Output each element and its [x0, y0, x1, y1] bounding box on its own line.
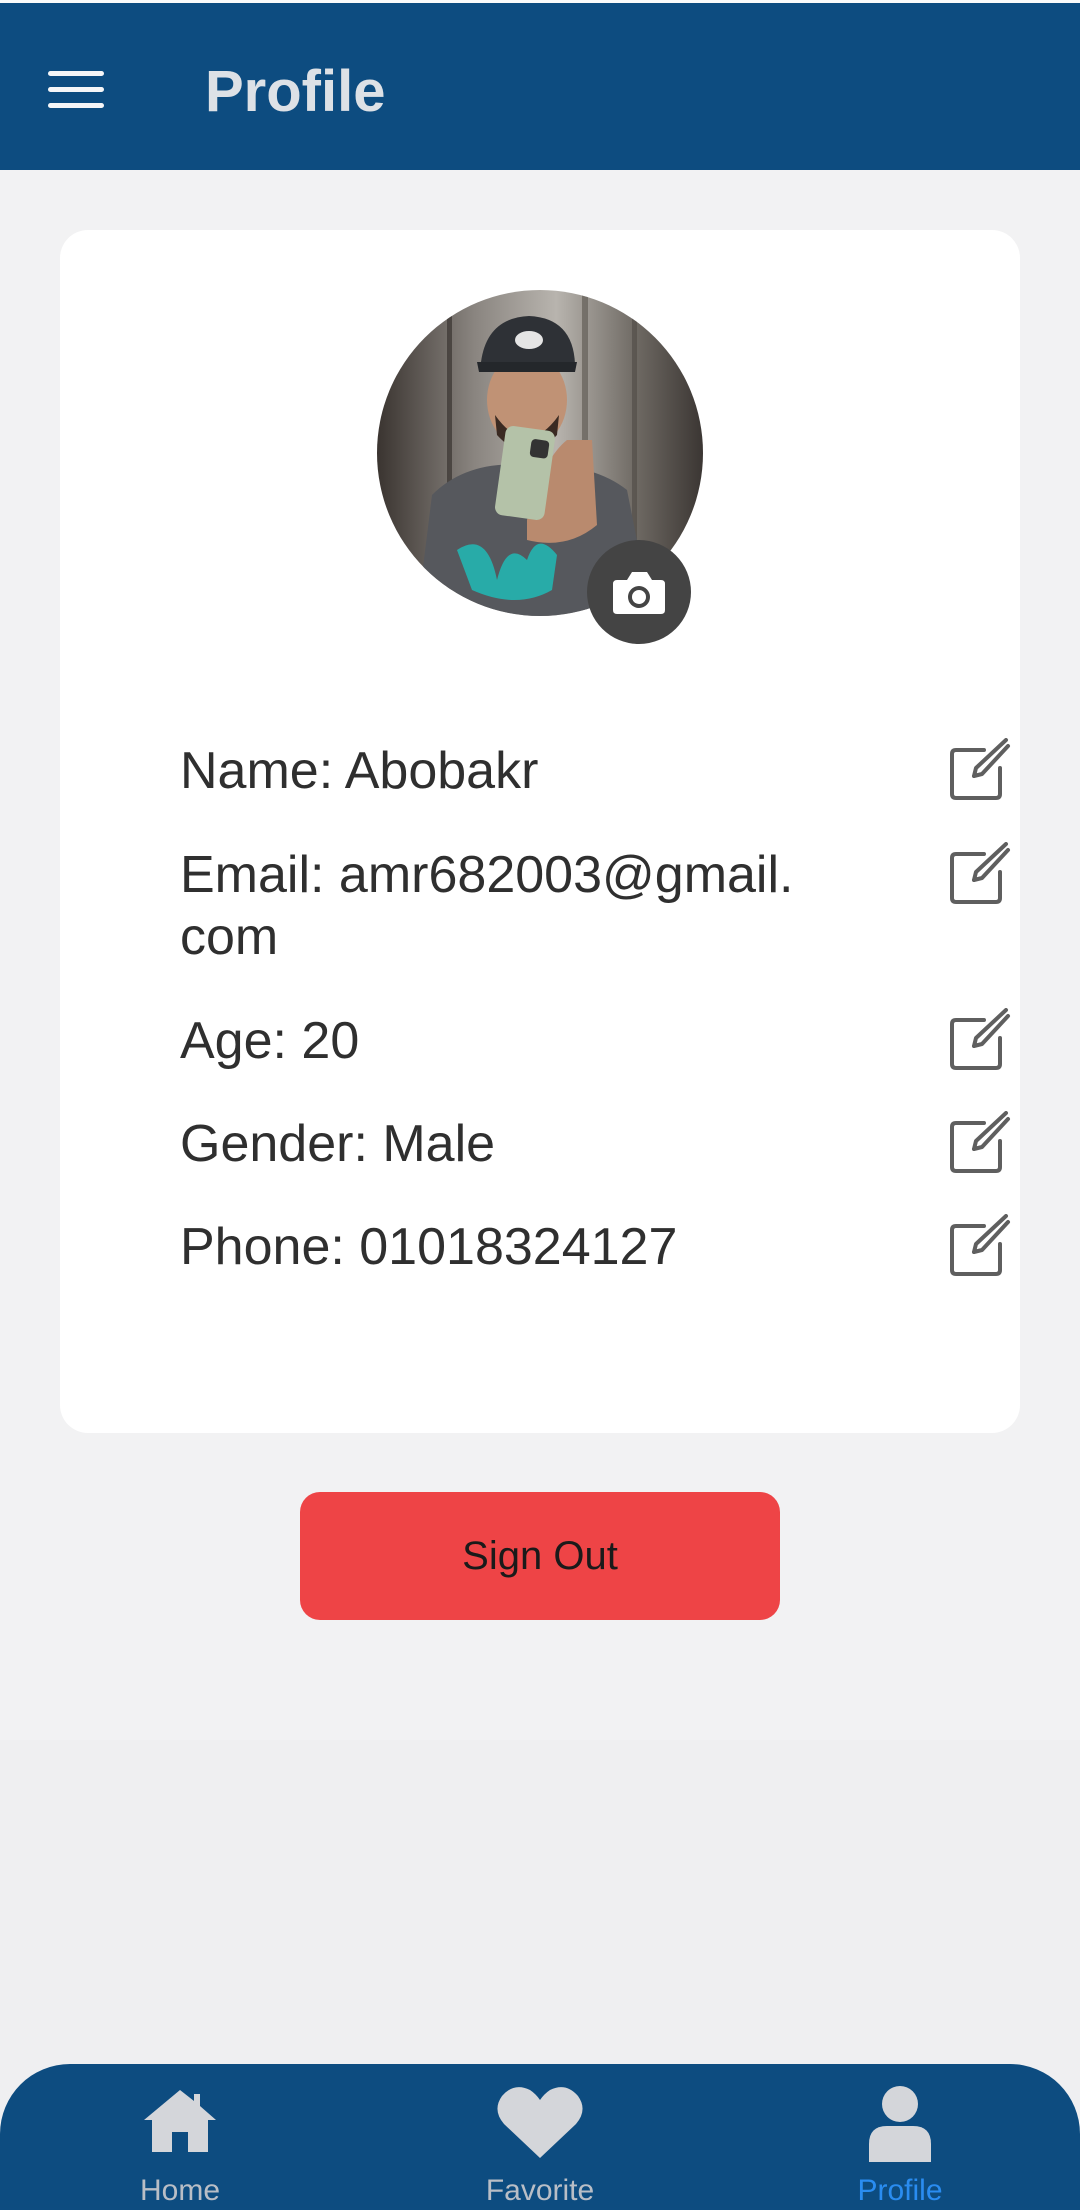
nav-item-profile[interactable]: Profile [800, 2064, 1000, 2210]
gender-value: Gender: Male [180, 1115, 496, 1173]
name-value: Name: Abobakr [180, 742, 539, 800]
nav-label-favorite: Favorite [485, 2174, 595, 2207]
nav-item-home[interactable]: Home [80, 2064, 280, 2210]
nav-item-favorite[interactable]: Favorite [440, 2064, 640, 2210]
content-background [0, 1740, 1080, 2120]
bottom-navigation: Home Favorite Profile [0, 2064, 1080, 2210]
edit-icon [950, 738, 1010, 800]
profile-field-name: Name: Abobakr [180, 740, 970, 802]
edit-gender-button[interactable] [948, 1111, 1012, 1175]
edit-phone-button[interactable] [948, 1214, 1012, 1278]
hamburger-menu-icon[interactable] [48, 69, 106, 109]
nav-label-home: Home [139, 2174, 221, 2207]
age-value: Age: 20 [180, 1012, 360, 1070]
edit-name-button[interactable] [948, 738, 1012, 802]
page-title: Profile [205, 59, 386, 124]
edit-icon [950, 1214, 1010, 1276]
change-photo-button[interactable] [587, 540, 691, 644]
nav-label-profile: Profile [857, 2174, 943, 2207]
edit-age-button[interactable] [948, 1008, 1012, 1072]
email-value: Email: amr682003@gmail.com [180, 846, 794, 966]
heart-icon [497, 2087, 583, 2158]
profile-field-phone: Phone: 01018324127 [180, 1216, 970, 1278]
home-icon [144, 2090, 216, 2152]
edit-icon [950, 842, 1010, 904]
user-icon [869, 2086, 931, 2162]
phone-value: Phone: 01018324127 [180, 1218, 678, 1276]
profile-field-age: Age: 20 [180, 1010, 970, 1072]
edit-email-button[interactable] [948, 842, 1012, 906]
edit-icon [950, 1008, 1010, 1070]
camera-icon [613, 572, 665, 614]
profile-field-email: Email: amr682003@gmail.com [180, 844, 970, 968]
edit-icon [950, 1111, 1010, 1173]
profile-field-gender: Gender: Male [180, 1113, 970, 1175]
sign-out-button[interactable]: Sign Out [300, 1492, 780, 1620]
profile-card: Name: Abobakr Email: amr682003@gmail.com… [60, 230, 1020, 1433]
app-bar: Profile [0, 0, 1080, 170]
